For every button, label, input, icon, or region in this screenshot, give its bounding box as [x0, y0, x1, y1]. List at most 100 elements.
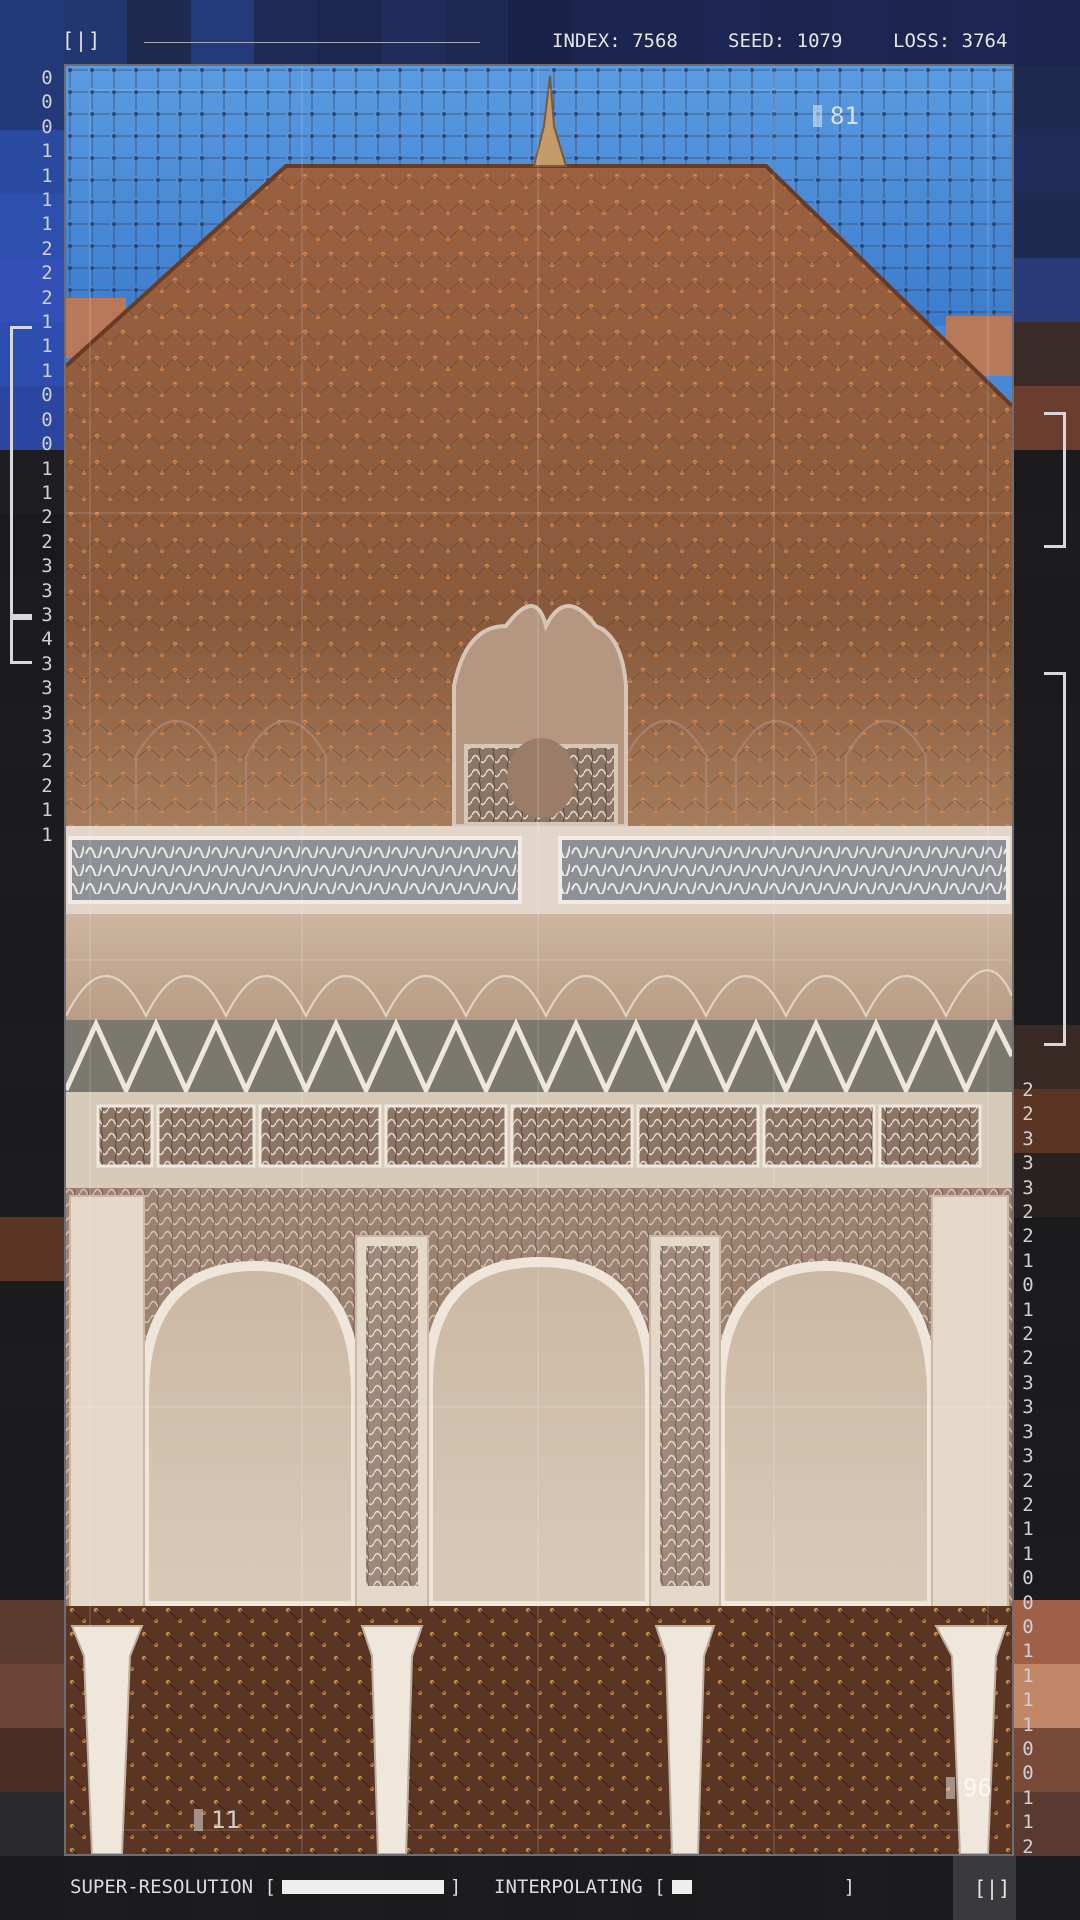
left-digit: 2 [41, 750, 53, 773]
interpolating-close-bracket: ] [843, 1876, 856, 1898]
right-digit: 3 [1022, 1176, 1034, 1199]
loss-readout: LOSS: 3764 [893, 30, 1008, 52]
mosaic-tile [0, 1280, 66, 1345]
mosaic-tile [1014, 577, 1080, 642]
left-digit: 1 [41, 481, 53, 504]
footer-bar: SUPER-RESOLUTION [ ] INTERPOLATING [ ] [… [0, 1856, 1080, 1920]
left-digit: 0 [41, 384, 53, 407]
right-digit: 2 [1022, 1493, 1034, 1516]
left-digit: 1 [41, 457, 53, 480]
left-digit: 1 [41, 799, 53, 822]
mosaic-tile [0, 1088, 66, 1153]
left-digit: 0 [41, 433, 53, 456]
left-digit: 1 [41, 189, 53, 212]
right-digit: 2 [1022, 1103, 1034, 1126]
right-digit: 0 [1022, 1591, 1034, 1614]
super-resolution-status: SUPER-RESOLUTION [ ] [70, 1876, 461, 1898]
footer-bracket-icon[interactable]: [|] [974, 1876, 1010, 1900]
left-digit: 4 [41, 628, 53, 651]
left-digit: 3 [41, 725, 53, 748]
mosaic-tile [0, 1472, 66, 1537]
right-digit: 2 [1022, 1079, 1034, 1101]
mosaic-tile [0, 897, 66, 962]
right-digit: 2 [1022, 1469, 1034, 1492]
mosaic-tile [0, 1600, 66, 1665]
right-digit: 1 [1022, 1664, 1034, 1687]
right-digit: 3 [1022, 1420, 1034, 1443]
mosaic-tile [0, 1408, 66, 1473]
right-digit-column: 22333221012233332211000111100112 [1018, 1078, 1038, 1859]
left-digit-column: 00011112221110001122333433332211 [37, 66, 57, 847]
marker-bottom-right: 96 [946, 1774, 992, 1802]
left-digit: 0 [41, 115, 53, 138]
left-digit: 2 [41, 774, 53, 797]
right-digit: 2 [1022, 1347, 1034, 1370]
left-digit: 0 [41, 408, 53, 431]
mosaic-tile [1014, 66, 1080, 130]
left-digit: 3 [41, 652, 53, 675]
mosaic-tile [0, 1216, 66, 1281]
right-digit: 1 [1022, 1786, 1034, 1809]
window-bracket-icon[interactable]: [|] [62, 28, 101, 52]
mosaic-tile [889, 1856, 953, 1920]
super-resolution-progress-bar [281, 1880, 444, 1894]
right-digit: 3 [1022, 1396, 1034, 1419]
left-digit: 2 [41, 506, 53, 529]
right-digit: 1 [1022, 1713, 1034, 1736]
header-divider [144, 42, 480, 43]
architecture-image [66, 66, 1012, 1854]
right-digit: 1 [1022, 1542, 1034, 1565]
right-digit: 3 [1022, 1445, 1034, 1468]
mosaic-tile [0, 961, 66, 1025]
right-digit: 1 [1022, 1640, 1034, 1663]
right-digit: 1 [1022, 1518, 1034, 1541]
left-digit: 1 [41, 140, 53, 163]
right-digit: 3 [1022, 1127, 1034, 1150]
left-digit: 2 [41, 286, 53, 309]
interpolating-progress-fill [671, 1880, 692, 1894]
left-digit: 1 [41, 359, 53, 382]
mosaic-tile [0, 1024, 66, 1089]
left-digit: 3 [41, 555, 53, 578]
index-readout: INDEX: 7568 [552, 30, 678, 52]
mosaic-tile [0, 1728, 66, 1793]
mosaic-tile [0, 1344, 66, 1409]
left-bracket-marker-lower [10, 614, 32, 664]
interpolating-label: INTERPOLATING [ [494, 1876, 666, 1898]
seed-readout: SEED: 1079 [728, 30, 843, 52]
right-digit: 2 [1022, 1225, 1034, 1248]
mosaic-tile [0, 1792, 66, 1857]
right-digit: 1 [1022, 1689, 1034, 1712]
right-digit: 1 [1022, 1298, 1034, 1321]
header-bar: [|] INDEX: 7568 SEED: 1079 LOSS: 3764 [0, 0, 1080, 66]
marker-top-right: 81 [813, 102, 859, 130]
mosaic-tile [1014, 321, 1080, 386]
marker-tick-icon [813, 105, 822, 127]
right-digit: 0 [1022, 1762, 1034, 1785]
mosaic-tile [0, 1536, 66, 1601]
left-digit: 0 [41, 67, 53, 89]
super-resolution-viewer: [|] INDEX: 7568 SEED: 1079 LOSS: 3764 00… [0, 0, 1080, 1920]
interpolating-status: INTERPOLATING [ ] [494, 1876, 855, 1898]
marker-bottom-left: 11 [194, 1806, 240, 1834]
left-digit: 1 [41, 311, 53, 334]
marker-tick-icon [194, 1809, 203, 1831]
marker-top-right-value: 81 [830, 102, 859, 130]
super-resolution-progress-fill [281, 1880, 444, 1894]
right-digit: 3 [1022, 1371, 1034, 1394]
left-digit: 1 [41, 335, 53, 358]
right-digit: 2 [1022, 1201, 1034, 1224]
image-viewport[interactable]: 81 11 96 [64, 64, 1014, 1856]
right-digit: 0 [1022, 1567, 1034, 1590]
left-digit: 3 [41, 579, 53, 602]
mosaic-tile [1014, 129, 1080, 194]
left-digit: 2 [41, 237, 53, 260]
marker-bottom-right-value: 96 [963, 1774, 992, 1802]
left-digit: 3 [41, 603, 53, 626]
marker-bottom-left-value: 11 [211, 1806, 240, 1834]
left-bracket-marker [10, 326, 32, 620]
mosaic-tile [0, 1664, 66, 1729]
left-digit: 0 [41, 91, 53, 114]
right-digit: 0 [1022, 1737, 1034, 1760]
right-digit: 1 [1022, 1249, 1034, 1272]
